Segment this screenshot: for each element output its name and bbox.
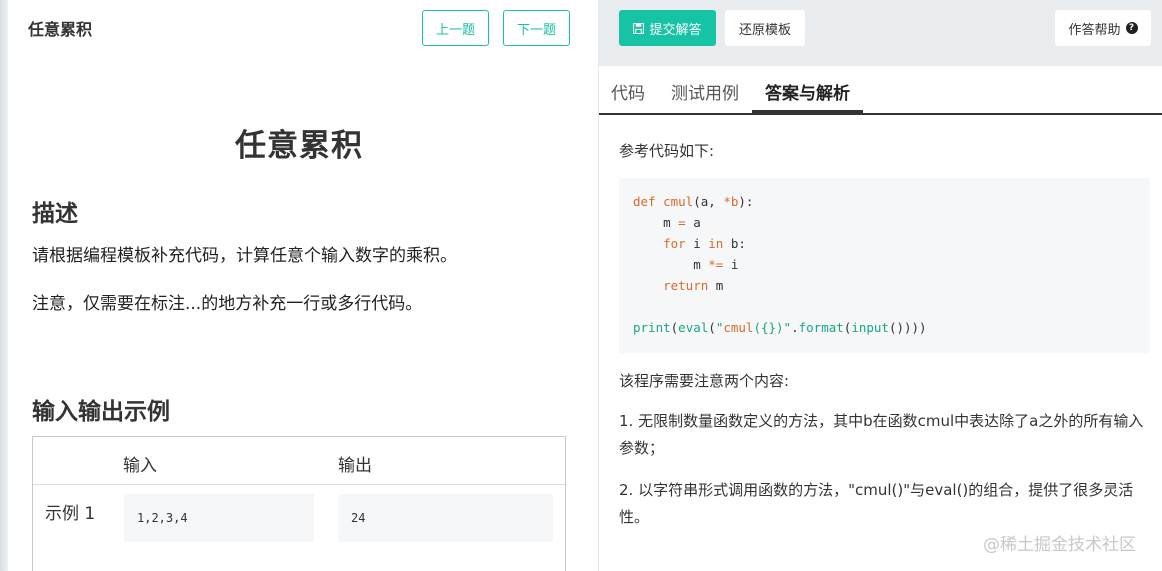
code-line: m = a <box>633 215 701 230</box>
reference-code-intro: 参考代码如下: <box>619 142 715 160</box>
left-edge-shadow <box>0 0 8 571</box>
save-icon <box>633 22 645 34</box>
description-line-2: 注意，仅需要在标注...的地方补充一行或多行代码。 <box>32 294 423 314</box>
code-line: return m <box>663 278 724 293</box>
notes-heading: 该程序需要注意两个内容: <box>619 372 790 390</box>
code-line: def cmul(a, *b): <box>633 194 754 209</box>
help-label: 作答帮助 <box>1068 22 1121 38</box>
io-example-label: 示例 1 <box>45 504 96 524</box>
io-example-table: 输入 输出 示例 1 1,2,3,4 24 <box>32 436 566 571</box>
io-header-input: 输入 <box>123 456 157 476</box>
code-line: m *= i <box>633 257 739 272</box>
tab-answer-analysis[interactable]: 答案与解析 <box>765 79 850 104</box>
code-line: for i in b: <box>663 236 746 251</box>
submit-answer-button[interactable]: 提交解答 <box>619 10 716 46</box>
answer-panel: 提交解答 还原模板 作答帮助 ? 代码 测试用例 答案与解析 参考代码如下: d… <box>599 0 1162 571</box>
problem-panel: 任意累积 上一题 下一题 任意累积 描述 请根据编程模板补充代码，计算任意个输入… <box>8 0 598 571</box>
description-line-1: 请根据编程模板补充代码，计算任意个输入数字的乘积。 <box>32 246 457 266</box>
active-tab-indicator <box>752 110 863 115</box>
io-example-input: 1,2,3,4 <box>124 494 314 542</box>
watermark: @稀土掘金技术社区 <box>983 535 1136 555</box>
note-item-2: 2. 以字符串形式调用函数的方法，"cmul()"与eval()的组合，提供了很… <box>619 481 1134 526</box>
help-button[interactable]: 作答帮助 ? <box>1055 10 1151 46</box>
code-line: print(eval("cmul({})".format(input()))) <box>633 320 927 335</box>
reset-template-button[interactable]: 还原模板 <box>725 10 805 46</box>
io-example-heading: 输入输出示例 <box>32 399 170 425</box>
io-header-output: 输出 <box>338 456 372 476</box>
editor-tabs: 代码 测试用例 答案与解析 <box>599 66 1162 115</box>
io-example-output: 24 <box>338 494 553 542</box>
description-heading: 描述 <box>32 201 78 227</box>
editor-toolbar: 提交解答 还原模板 作答帮助 ? <box>599 0 1162 66</box>
tab-code[interactable]: 代码 <box>611 79 645 104</box>
note-item-1: 1. 无限制数量函数定义的方法，其中b在函数cmul中表达除了a之外的所有输入参… <box>619 412 1144 457</box>
question-circle-icon: ? <box>1125 22 1138 34</box>
prev-problem-button[interactable]: 上一题 <box>422 10 489 46</box>
reference-code-block: def cmul(a, *b): m = a for i in b: m *= … <box>619 178 1150 353</box>
problem-header: 任意累积 上一题 下一题 <box>8 0 598 56</box>
tab-test-cases[interactable]: 测试用例 <box>671 79 739 104</box>
problem-title: 任意累积 <box>235 128 363 164</box>
header-title: 任意累积 <box>28 20 93 39</box>
io-table-header: 输入 输出 <box>33 437 565 485</box>
next-problem-button[interactable]: 下一题 <box>503 10 570 46</box>
submit-answer-label: 提交解答 <box>649 22 702 38</box>
